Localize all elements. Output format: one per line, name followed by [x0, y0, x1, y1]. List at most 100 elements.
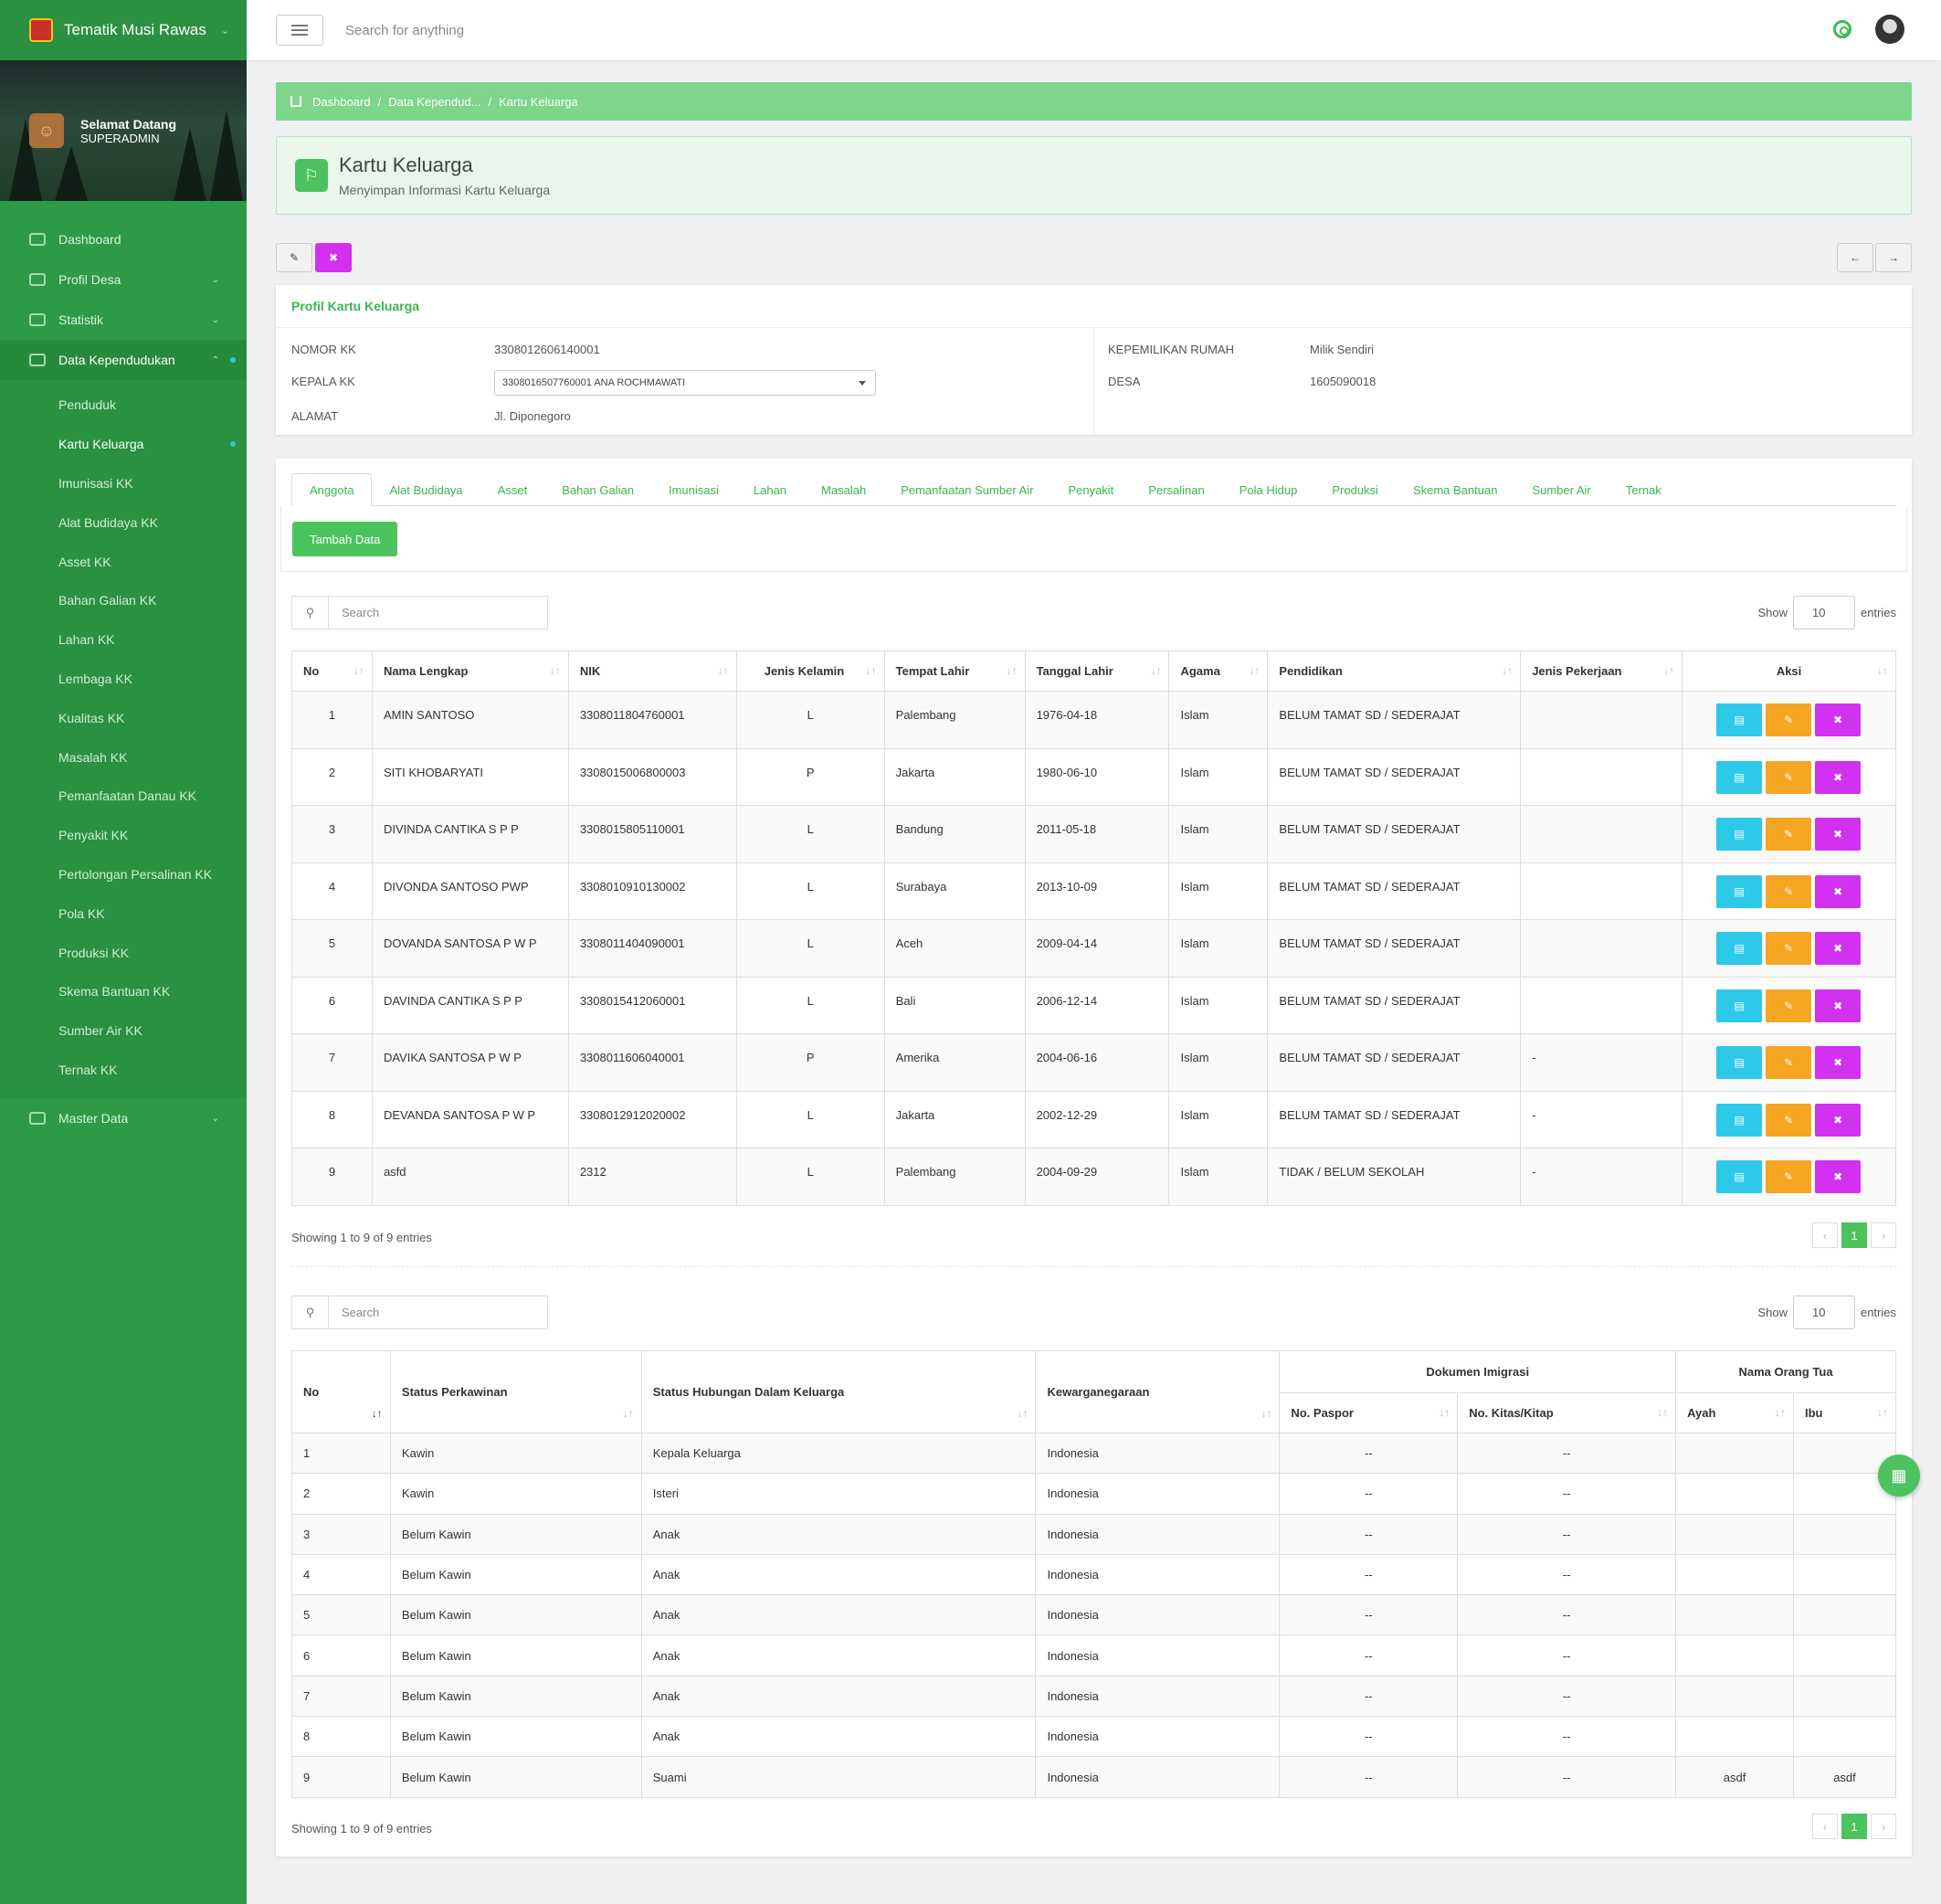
submenu-item[interactable]: Skema Bantuan KK — [0, 972, 247, 1011]
submenu-item[interactable]: Pola KK — [0, 894, 247, 933]
submenu-item[interactable]: Pemanfaatan Danau KK — [0, 777, 247, 816]
menu-toggle-button[interactable] — [276, 15, 323, 46]
submenu-item-current[interactable]: Kartu Keluarga — [0, 425, 247, 464]
tab-penyakit[interactable]: Penyakit — [1050, 473, 1131, 506]
tab-asset[interactable]: Asset — [480, 473, 545, 506]
tab-anggota[interactable]: Anggota — [291, 473, 373, 506]
tab-alat-budidaya[interactable]: Alat Budidaya — [372, 473, 480, 506]
delete-row-button[interactable]: ✖ — [1815, 932, 1862, 965]
delete-row-button[interactable]: ✖ — [1815, 1103, 1862, 1137]
view-button[interactable]: ▤ — [1716, 818, 1763, 851]
tambah-data-button[interactable]: Tambah Data — [292, 522, 398, 556]
sidebar-item-data-kependudukan[interactable]: Data Kependudukan ⌃ — [0, 340, 247, 380]
column-header[interactable]: Tempat Lahir ↓↑ — [883, 651, 1026, 692]
column-header[interactable]: Jenis Pekerjaan ↓↑ — [1520, 651, 1683, 692]
tab-skema-bantuan[interactable]: Skema Bantuan — [1396, 473, 1515, 506]
submenu-item[interactable]: Produksi KK — [0, 933, 247, 972]
tab-bahan-galian[interactable]: Bahan Galian — [544, 473, 651, 506]
tab-imunisasi[interactable]: Imunisasi — [651, 473, 736, 506]
column-header[interactable]: No ↓↑ — [291, 651, 373, 692]
column-header[interactable]: Tanggal Lahir ↓↑ — [1024, 651, 1170, 692]
edit-button[interactable]: ✎ — [276, 243, 312, 272]
submenu-item[interactable]: Imunisasi KK — [0, 464, 247, 503]
edit-row-button[interactable]: ✎ — [1766, 818, 1812, 851]
delete-row-button[interactable]: ✖ — [1815, 1160, 1862, 1193]
user-avatar[interactable] — [1875, 15, 1904, 44]
sidebar-item-statistik[interactable]: Statistik ⌄ — [0, 300, 247, 340]
edit-row-button[interactable]: ✎ — [1766, 874, 1812, 908]
edit-row-button[interactable]: ✎ — [1766, 989, 1812, 1022]
table2-search[interactable]: ⚲ Search — [291, 1296, 548, 1329]
column-header[interactable]: Pendidikan ↓↑ — [1267, 651, 1522, 692]
app-brand[interactable]: Tematik Musi Rawas ⌄ — [0, 0, 247, 60]
submenu-item[interactable]: Masalah KK — [0, 737, 247, 777]
table2-search-input[interactable]: Search — [329, 1296, 547, 1328]
submenu-item[interactable]: Asset KK — [0, 542, 247, 581]
tab-pemanfaatan-sumber-air[interactable]: Pemanfaatan Sumber Air — [883, 473, 1050, 506]
tab-lahan[interactable]: Lahan — [736, 473, 804, 506]
column-header[interactable]: Status Hubungan Dalam Keluarga ↓↑ — [640, 1350, 1037, 1433]
sidebar-item-profil-desa[interactable]: Profil Desa ⌄ — [0, 259, 247, 300]
tab-sumber-air[interactable]: Sumber Air — [1514, 473, 1608, 506]
edit-row-button[interactable]: ✎ — [1766, 1046, 1812, 1079]
submenu-item[interactable]: Kualitas KK — [0, 698, 247, 737]
submenu-item[interactable]: Pertolongan Persalinan KK — [0, 855, 247, 894]
delete-row-button[interactable]: ✖ — [1815, 874, 1862, 908]
view-button[interactable]: ▤ — [1716, 1046, 1763, 1079]
pagination-next[interactable]: › — [1871, 1814, 1896, 1839]
column-header[interactable]: Kewarganegaraan ↓↑ — [1035, 1350, 1281, 1433]
delete-row-button[interactable]: ✖ — [1815, 1046, 1862, 1079]
apps-grid-button[interactable]: ▦ — [1878, 1454, 1920, 1497]
view-button[interactable]: ▤ — [1716, 989, 1763, 1022]
entries-select[interactable]: 10 — [1792, 1296, 1855, 1329]
tab-produksi[interactable]: Produksi — [1314, 473, 1396, 506]
submenu-item[interactable]: Bahan Galian KK — [0, 581, 247, 620]
sidebar-item-dashboard[interactable]: Dashboard — [0, 219, 247, 259]
delete-row-button[interactable]: ✖ — [1815, 703, 1862, 736]
breadcrumb-item[interactable]: Data Kependud... — [388, 95, 480, 109]
delete-row-button[interactable]: ✖ — [1815, 989, 1862, 1022]
breadcrumb-item[interactable]: Dashboard — [312, 95, 371, 109]
column-header[interactable]: Agama ↓↑ — [1168, 651, 1269, 692]
edit-row-button[interactable]: ✎ — [1766, 1160, 1812, 1193]
tab-persalinan[interactable]: Persalinan — [1131, 473, 1221, 506]
edit-row-button[interactable]: ✎ — [1766, 932, 1812, 965]
previous-button[interactable]: ← — [1837, 243, 1873, 272]
column-header[interactable]: Jenis Kelamin ↓↑ — [735, 651, 885, 692]
submenu-item[interactable]: Ternak KK — [0, 1051, 247, 1090]
next-button[interactable]: → — [1875, 243, 1912, 272]
submenu-item[interactable]: Lembaga KK — [0, 660, 247, 699]
table1-search-input[interactable]: Search — [329, 597, 547, 629]
delete-button[interactable]: ✖ — [315, 243, 352, 272]
pagination-prev[interactable]: ‹ — [1812, 1814, 1838, 1839]
view-button[interactable]: ▤ — [1716, 932, 1763, 965]
pagination-page[interactable]: 1 — [1841, 1222, 1867, 1248]
edit-row-button[interactable]: ✎ — [1766, 760, 1812, 794]
tab-pola-hidup[interactable]: Pola Hidup — [1222, 473, 1315, 506]
pagination-next[interactable]: › — [1871, 1222, 1896, 1248]
submenu-item[interactable]: Lahan KK — [0, 620, 247, 660]
view-button[interactable]: ▤ — [1716, 1103, 1763, 1137]
view-button[interactable]: ▤ — [1716, 874, 1763, 908]
tab-ternak[interactable]: Ternak — [1609, 473, 1679, 506]
global-search-input[interactable]: Search for anything — [345, 23, 464, 38]
column-header[interactable]: Aksi ↓↑ — [1682, 651, 1896, 692]
view-button[interactable]: ▤ — [1716, 760, 1763, 794]
pagination-prev[interactable]: ‹ — [1812, 1222, 1838, 1248]
column-header[interactable]: NIK ↓↑ — [567, 651, 737, 692]
column-header[interactable]: No. Paspor ↓↑ — [1279, 1392, 1459, 1433]
submenu-item[interactable]: Penyakit KK — [0, 816, 247, 855]
column-header[interactable]: Ibu ↓↑ — [1793, 1392, 1896, 1433]
submenu-item[interactable]: Alat Budidaya KK — [0, 502, 247, 542]
edit-row-button[interactable]: ✎ — [1766, 703, 1812, 736]
delete-row-button[interactable]: ✖ — [1815, 818, 1862, 851]
edit-row-button[interactable]: ✎ — [1766, 1103, 1812, 1137]
view-button[interactable]: ▤ — [1716, 703, 1763, 736]
submenu-item[interactable]: Sumber Air KK — [0, 1011, 247, 1051]
column-header[interactable]: No ↓↑ — [291, 1350, 391, 1433]
column-header[interactable]: No. Kitas/Kitap ↓↑ — [1457, 1392, 1677, 1433]
submenu-item[interactable]: Penduduk — [0, 386, 247, 425]
entries-select[interactable]: 10 — [1792, 596, 1855, 629]
table1-search[interactable]: ⚲ Search — [291, 596, 548, 629]
view-button[interactable]: ▤ — [1716, 1160, 1763, 1193]
